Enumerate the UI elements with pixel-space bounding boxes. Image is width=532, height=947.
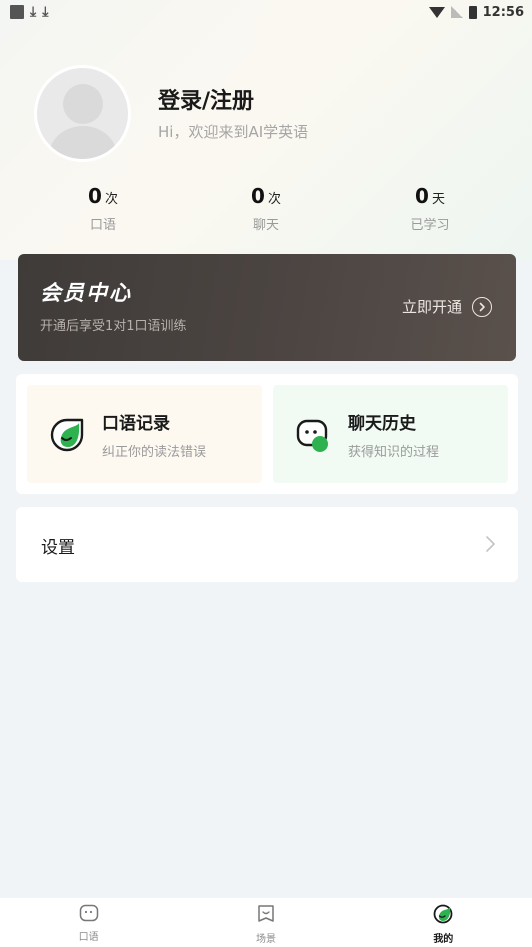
stat-chat: 0次 聊天 (206, 184, 326, 233)
stat-value: 0 (251, 184, 265, 208)
stat-value: 0 (415, 184, 429, 208)
status-indicators: 12:56 (428, 4, 524, 20)
speaking-records-subtitle: 纠正你的读法错误 (102, 445, 207, 460)
settings-row[interactable]: 设置 (16, 507, 518, 582)
avatar[interactable] (34, 65, 131, 162)
tab-label: 我的 (433, 934, 454, 945)
stat-days-learned: 0天 已学习 (370, 184, 490, 233)
stat-label: 口语 (89, 218, 116, 233)
stat-unit: 次 (104, 192, 118, 207)
bottom-tab-bar: 口语 场景 我的 (0, 898, 532, 947)
vip-center-card[interactable]: 会员中心 开通后享受1对1口语训练 立即开通 (18, 254, 516, 361)
download-icon: ⤓ (30, 4, 37, 20)
chat-history-subtitle: 获得知识的过程 (348, 445, 440, 460)
settings-label: 设置 (41, 538, 75, 558)
chevron-right-circle-icon (472, 296, 492, 317)
notification-square-icon (10, 5, 24, 19)
stat-unit: 次 (267, 192, 281, 207)
battery-icon (468, 5, 477, 19)
vip-title: 会员中心 (40, 281, 132, 305)
stat-label: 已学习 (410, 218, 450, 233)
tab-label: 口语 (78, 932, 99, 943)
status-notifications: ⤓ ⤓ (10, 5, 48, 19)
vip-subtitle: 开通后享受1对1口语训练 (40, 319, 187, 334)
chat-history-card[interactable]: 聊天历史 获得知识的过程 (273, 385, 508, 483)
stat-label: 聊天 (252, 218, 279, 233)
profile-leaf-icon (433, 904, 453, 928)
scene-icon (257, 904, 275, 928)
stat-speaking: 0次 口语 (43, 184, 163, 233)
chevron-right-icon (484, 535, 496, 557)
vip-open-button[interactable]: 立即开通 (402, 296, 492, 317)
tab-scenes[interactable]: 场景 (177, 898, 354, 947)
stats-row: 0次 口语 0次 聊天 0天 已学习 (0, 184, 532, 240)
speaking-records-title: 口语记录 (102, 414, 170, 434)
status-bar: ⤓ ⤓ 12:56 (0, 0, 532, 24)
signal-icon (450, 6, 463, 18)
tab-speaking[interactable]: 口语 (0, 898, 177, 947)
stat-unit: 天 (431, 192, 445, 207)
chat-face-icon (295, 417, 331, 453)
speech-bubble-icon (49, 417, 85, 453)
download-icon: ⤓ (42, 4, 49, 20)
vip-open-label: 立即开通 (401, 298, 462, 316)
login-register-link[interactable]: 登录/注册 (158, 83, 254, 115)
welcome-subtitle: Hi，欢迎来到AI学英语 (158, 123, 309, 141)
wifi-icon (428, 6, 445, 18)
stat-value: 0 (88, 184, 102, 208)
avatar-body-shape (49, 126, 117, 159)
feature-cards-panel: 口语记录 纠正你的读法错误 聊天历史 获得知识的过程 (16, 374, 518, 494)
tab-label: 场景 (255, 934, 276, 945)
speaking-records-card[interactable]: 口语记录 纠正你的读法错误 (27, 385, 262, 483)
tab-mine[interactable]: 我的 (355, 898, 532, 947)
status-time: 12:56 (482, 4, 524, 20)
chat-face-icon (79, 904, 99, 926)
avatar-head-shape (63, 84, 103, 124)
chat-history-title: 聊天历史 (348, 414, 416, 434)
